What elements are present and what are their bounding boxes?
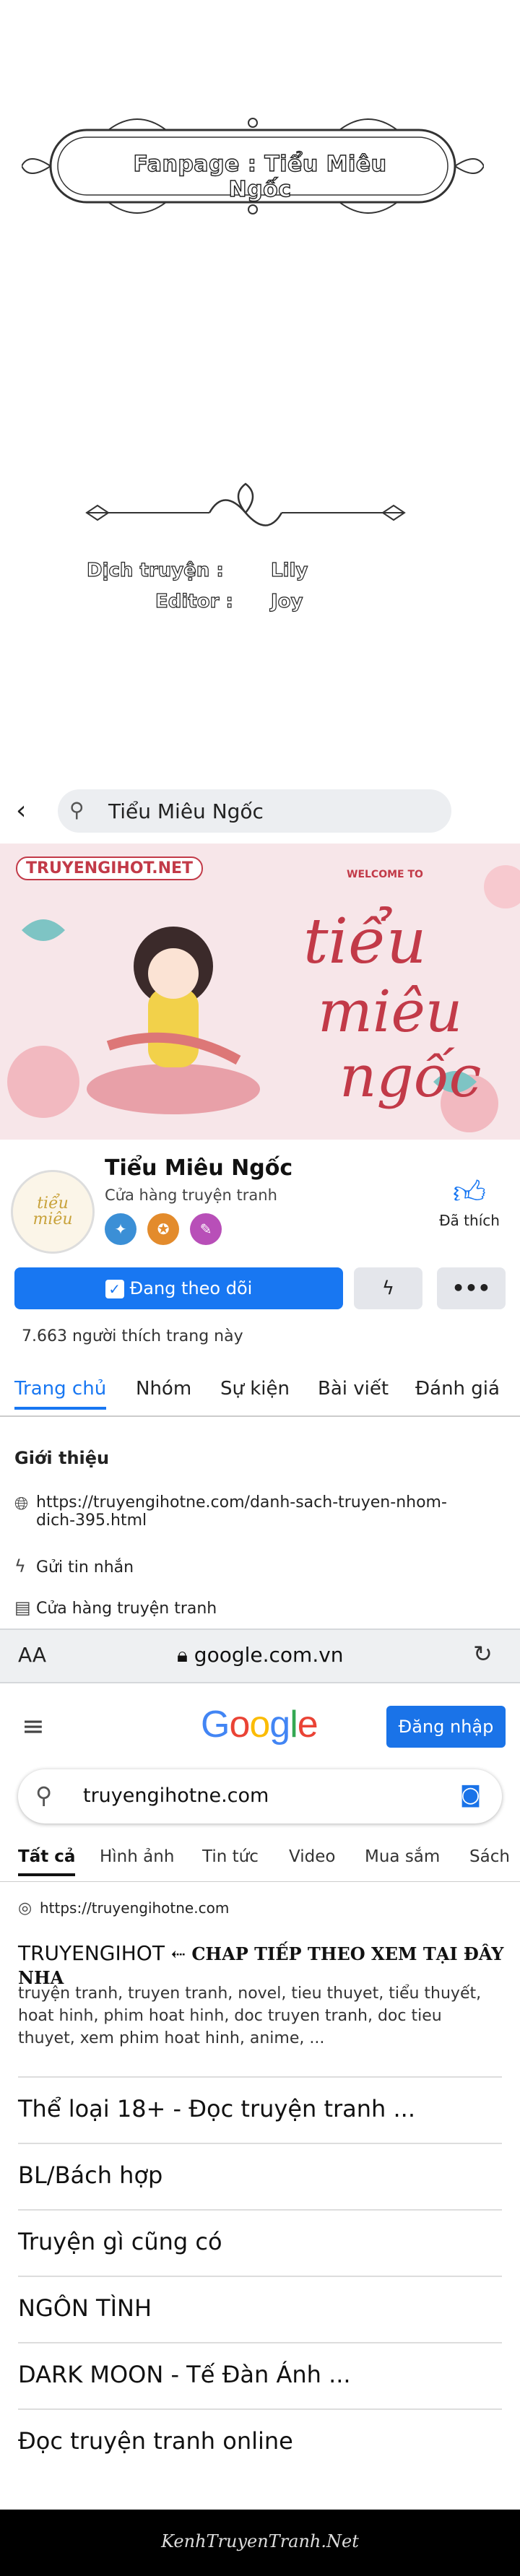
thumbs-up-icon: 👍︎ [453,1174,486,1211]
badge-row: ✦ ✪ ✎ [105,1213,229,1245]
sitelink-label: Thể loại 18+ - Đọc truyện tranh ... [18,2095,416,2122]
sitelink-label: DARK MOON - Tế Đàn Ánh ... [18,2361,351,2388]
sitelink-label: NGÔN TÌNH [18,2294,152,2322]
following-button[interactable]: ✓ Đang theo dõi [14,1267,343,1309]
fb-search-text: Tiểu Miêu Ngốc [108,799,264,823]
search-icon: ⚲ [69,798,84,822]
more-icon: ••• [451,1276,491,1300]
intro-shop: Cửa hàng truyện tranh [36,1600,217,1618]
search-icon: ⚲ [35,1782,53,1809]
tab-posts[interactable]: Bài viết [318,1378,389,1400]
watermark-footer: KenhTruyenTranh.Net [0,2510,520,2576]
sitelink-label: Đọc truyện tranh online [18,2427,293,2455]
translator-label: Dịch truyện : [86,559,224,581]
sitelink[interactable]: Thể loại 18+ - Đọc truyện tranh ... [18,2076,502,2144]
editor-label: Editor : [155,590,233,612]
cover-illustration: tiểu miêu ngốc [0,844,520,1140]
intro-link[interactable]: https://truyengihotne.com/danh-sach-truy… [36,1493,469,1530]
intro-title: Giới thiệu [14,1448,110,1468]
like-status[interactable]: 👍︎ Đã thích [433,1174,506,1229]
google-logo: Google [201,1704,318,1745]
intro-shop-row[interactable]: ▤ Cửa hàng truyện tranh [14,1597,217,1618]
cover-photo: tiểu miêu ngốc TRUYENGIHOT.NET WELCOME T… [0,844,520,1140]
tab-all[interactable]: Tất cả [18,1847,76,1876]
svg-text:tiểu: tiểu [303,906,426,978]
url-value: google.com.vn [194,1643,344,1667]
sitelink[interactable]: Truyện gì cũng có [18,2209,502,2277]
cover-site-label: TRUYENGIHOT.NET [16,857,204,880]
likes-count: 7.663 người thích trang này [22,1327,243,1345]
intro-link-row[interactable]: 🌐︎ https://truyengihotne.com/danh-sach-tr… [14,1493,477,1530]
sitelink[interactable]: Đọc truyện tranh online [18,2408,502,2476]
sitelink-label: Truyện gì cũng có [18,2228,222,2255]
badge-icon[interactable]: ✪ [147,1213,180,1245]
result-url-text: https://truyengihotne.com [40,1899,230,1917]
messenger-icon: ϟ [381,1278,395,1299]
tab-shopping[interactable]: Mua sắm [365,1847,440,1866]
intro-message-row[interactable]: ϟ Gửi tin nhắn [14,1556,134,1577]
fanpage-credit: Fanpage : Tiểu Miêu Ngốc [133,151,387,202]
shop-icon: ▤ [14,1597,31,1618]
hamburger-menu-icon[interactable]: ≡ [22,1710,45,1742]
following-label: Đang theo dõi [129,1278,253,1298]
result-snippet: truyện tranh, truyen tranh, novel, tieu … [18,1985,482,2047]
svg-text:tiểu: tiểu [37,1192,69,1213]
editor-name: Joy [270,590,303,612]
sitelink[interactable]: BL/Bách hợp [18,2143,502,2211]
watermark-text: KenhTruyenTranh.Net [161,2531,359,2551]
tab-home[interactable]: Trang chủ [14,1378,107,1410]
more-button[interactable]: ••• [437,1267,506,1309]
sitelink-label: BL/Bách hợp [18,2161,163,2189]
cover-welcome: WELCOME TO [347,869,423,880]
page-tabs: Trang chủ Nhóm Sự kiện Bài viết Đánh giá [0,1365,520,1417]
svg-text:miêu: miêu [318,978,462,1045]
page-name: Tiểu Miêu Ngốc [105,1155,293,1181]
tab-reviews[interactable]: Đánh giá [415,1378,500,1400]
fb-search-bar[interactable]: ⚲ Tiểu Miêu Ngốc [58,789,451,833]
reload-icon[interactable]: ↻ [473,1640,493,1668]
result-title-site: TRUYENGIHOT [18,1941,165,1965]
search-query[interactable]: truyengihotne.com [83,1784,269,1807]
result-url[interactable]: ◎ https://truyengihotne.com [18,1899,229,1917]
lock-icon: 🔒︎ [177,1643,194,1667]
badge-icon[interactable]: ✦ [105,1213,136,1245]
tab-books[interactable]: Sách [469,1847,510,1866]
tab-news[interactable]: Tin tức [202,1847,259,1866]
back-arrow-icon[interactable]: ‹ [16,796,26,825]
tab-video[interactable]: Video [289,1847,335,1866]
google-search-box[interactable]: ⚲ truyengihotne.com ◙ [18,1769,502,1823]
translator-name: Lily [270,559,308,581]
flourish-divider [85,482,406,526]
tab-groups[interactable]: Nhóm [136,1378,191,1400]
google-tabs: Tất cả Hình ảnh Tin tức Video Mua sắm Sá… [0,1842,520,1882]
badge-icon[interactable]: ✎ [190,1213,222,1245]
tab-events[interactable]: Sự kiện [220,1378,290,1400]
check-icon: ✓ [105,1280,124,1298]
site-favicon-icon: ◎ [18,1899,32,1917]
messenger-icon: ϟ [14,1556,26,1577]
intro-message: Gửi tin nhắn [36,1558,134,1577]
sitelink[interactable]: DARK MOON - Tế Đàn Ánh ... [18,2342,502,2410]
page-category: Cửa hàng truyện tranh [105,1187,277,1204]
address-bar[interactable]: AA 🔒︎ google.com.vn ↻ [0,1629,520,1683]
svg-text:miêu: miêu [32,1210,72,1228]
messenger-button[interactable]: ϟ [354,1267,422,1309]
globe-icon: 🌐︎ [14,1493,29,1514]
sign-in-button[interactable]: Đăng nhập [386,1706,506,1748]
reader-aa-button[interactable]: AA [18,1643,46,1667]
url-text[interactable]: 🔒︎ google.com.vn [177,1643,344,1668]
page-avatar[interactable]: tiểu miêu [11,1170,95,1254]
camera-lens-icon[interactable]: ◙ [460,1782,481,1808]
sitelink[interactable]: NGÔN TÌNH [18,2276,502,2343]
tab-images[interactable]: Hình ảnh [100,1847,174,1866]
svg-text:ngốc: ngốc [339,1043,481,1110]
like-label: Đã thích [439,1212,500,1229]
